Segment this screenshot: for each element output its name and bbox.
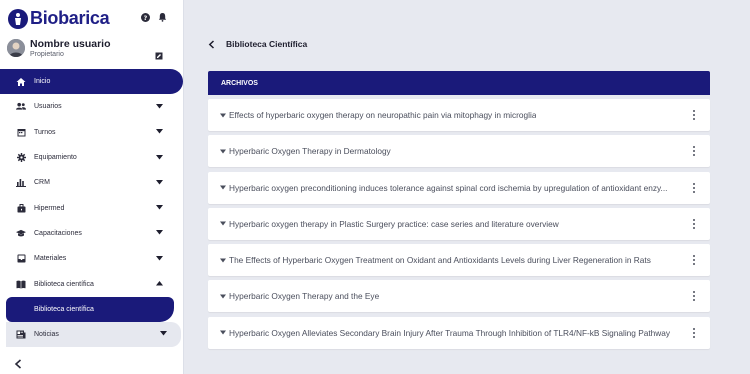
back-arrow-icon[interactable] (208, 38, 218, 50)
main-content: Biblioteca Científica ARCHIVOS Effects o… (184, 0, 750, 374)
gear-icon (16, 153, 26, 163)
inbox-icon (16, 254, 26, 264)
chevron-down-icon (156, 154, 163, 162)
more-options-icon[interactable] (692, 182, 696, 193)
sidebar-item-noticias[interactable]: Noticias (6, 321, 181, 347)
archivos-panel: ARCHIVOS Effects of hyperbaric oxygen th… (208, 71, 710, 349)
sidebar-item-inicio[interactable]: Inicio (0, 69, 183, 95)
sidebar-item-label: Capacitaciones (34, 229, 82, 237)
more-options-icon[interactable] (692, 291, 696, 302)
sidebar-subitem-label: Biblioteca científica (34, 305, 94, 313)
user-name: Nombre usuario (30, 38, 111, 50)
sidebar-item-turnos[interactable]: Turnos (0, 120, 183, 145)
file-row[interactable]: Hyperbaric Oxygen Therapy in Dermatology (208, 135, 710, 168)
page-title: Biblioteca Científica (226, 39, 308, 49)
file-title: The Effects of Hyperbaric Oxygen Treatme… (229, 255, 651, 266)
collapse-sidebar-icon[interactable] (14, 356, 22, 374)
more-options-icon[interactable] (692, 218, 696, 229)
sidebar-item-equipamiento[interactable]: Equipamiento (0, 145, 183, 170)
brand[interactable]: Biobarica (8, 8, 110, 29)
file-row[interactable]: Hyperbaric Oxygen Therapy and the Eye (208, 280, 710, 313)
more-options-icon[interactable] (692, 110, 696, 120)
chevron-down-icon (156, 205, 163, 212)
file-row[interactable]: Hyperbaric Oxygen Alleviates Secondary B… (208, 316, 710, 349)
sidebar-item-label: Equipamiento (34, 154, 77, 162)
sidebar-item-label: CRM (34, 179, 50, 187)
sidebar-item-label: Usuarios (34, 103, 62, 111)
more-options-icon[interactable] (692, 327, 696, 338)
sidebar-item-capacitaciones[interactable]: Capacitaciones (0, 221, 183, 246)
archivos-header: ARCHIVOS (208, 71, 710, 95)
sidebar-nav: Inicio Usuarios Turnos Equipamiento CRM … (0, 69, 183, 347)
file-title: Hyperbaric oxygen preconditioning induce… (229, 182, 668, 193)
sidebar: Biobarica ? Nombre usuario Propietario I… (0, 0, 184, 374)
file-title: Hyperbaric Oxygen Therapy in Dermatology (229, 146, 391, 157)
sidebar-item-hipermed[interactable]: Hipermed (0, 195, 183, 220)
sidebar-item-label: Noticias (34, 330, 59, 338)
file-row[interactable]: The Effects of Hyperbaric Oxygen Treatme… (208, 244, 710, 277)
bell-icon[interactable] (157, 12, 167, 22)
sidebar-subitem-biblioteca-cientifica[interactable]: Biblioteca científica (6, 296, 174, 322)
user-role: Propietario (30, 51, 64, 58)
briefcase-icon (16, 203, 26, 213)
chevron-down-icon (156, 179, 163, 187)
sidebar-item-label: Biblioteca científica (34, 280, 94, 288)
caret-down-icon[interactable] (220, 221, 227, 227)
caret-down-icon[interactable] (220, 185, 227, 191)
avatar (7, 39, 25, 57)
file-row[interactable]: Hyperbaric oxygen therapy in Plastic Sur… (208, 207, 710, 240)
chevron-down-icon (156, 230, 163, 237)
file-title: Hyperbaric Oxygen Therapy and the Eye (229, 291, 380, 302)
file-title: Hyperbaric Oxygen Alleviates Secondary B… (229, 327, 671, 338)
caret-down-icon[interactable] (220, 257, 227, 263)
calendar-icon (16, 127, 26, 137)
bar-chart-icon (16, 178, 26, 188)
edit-profile-icon[interactable] (155, 47, 163, 60)
brand-name: Biobarica (30, 8, 110, 28)
help-icon[interactable]: ? (140, 12, 150, 22)
page-header: Biblioteca Científica (208, 38, 307, 50)
file-row[interactable]: Hyperbaric oxygen preconditioning induce… (208, 171, 710, 204)
news-icon (16, 329, 26, 339)
chevron-down-icon (156, 129, 163, 136)
chevron-up-icon (156, 281, 163, 288)
sidebar-item-materiales[interactable]: Materiales (0, 246, 183, 271)
caret-down-icon[interactable] (220, 148, 227, 154)
sidebar-item-crm[interactable]: CRM (0, 170, 183, 195)
caret-down-icon[interactable] (220, 293, 227, 299)
sidebar-item-biblioteca-cientifica[interactable]: Biblioteca científica (0, 271, 183, 296)
file-title: Effects of hyperbaric oxygen therapy on … (229, 110, 537, 120)
chevron-down-icon (156, 103, 163, 111)
file-row[interactable]: Effects of hyperbaric oxygen therapy on … (208, 99, 710, 131)
caret-down-icon[interactable] (220, 330, 227, 336)
user-profile[interactable]: Nombre usuario Propietario (7, 38, 177, 60)
sidebar-item-usuarios[interactable]: Usuarios (0, 94, 183, 119)
more-options-icon[interactable] (692, 146, 696, 157)
file-title: Hyperbaric oxygen therapy in Plastic Sur… (229, 218, 559, 229)
brand-logo-icon (8, 8, 28, 29)
more-options-icon[interactable] (692, 255, 696, 266)
caret-down-icon[interactable] (220, 112, 227, 118)
file-list: Effects of hyperbaric oxygen therapy on … (208, 99, 710, 349)
top-icons: ? (140, 12, 167, 22)
sidebar-item-label: Materiales (34, 255, 67, 263)
svg-text:?: ? (143, 14, 147, 21)
users-icon (16, 102, 26, 112)
graduation-cap-icon (16, 228, 26, 238)
sidebar-item-label: Hipermed (34, 204, 65, 212)
book-icon (16, 279, 26, 289)
sidebar-item-label: Turnos (34, 128, 56, 136)
chevron-down-icon (160, 331, 167, 338)
sidebar-item-label: Inicio (34, 78, 51, 86)
chevron-down-icon (156, 255, 163, 263)
home-icon (16, 77, 26, 87)
